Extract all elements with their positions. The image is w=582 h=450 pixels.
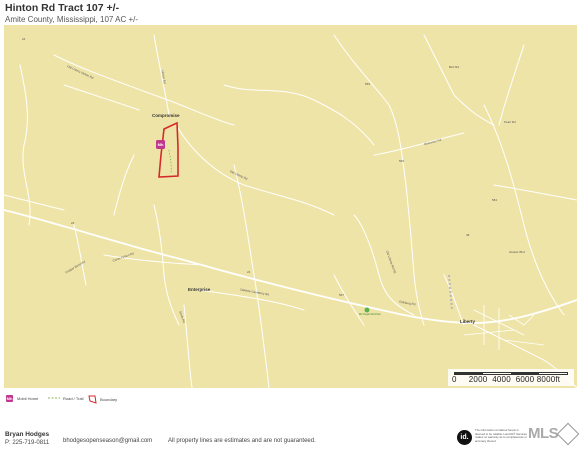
mls-house-icon	[556, 422, 580, 446]
road	[333, 34, 425, 326]
place-compromise: Compromise	[152, 113, 180, 118]
property-trail	[168, 149, 172, 174]
legend-label: Mobil Home	[17, 396, 39, 401]
road-label: Pearl Rd	[504, 120, 516, 124]
scale-label: 0	[452, 375, 457, 384]
scale-label: 6000	[515, 375, 535, 384]
road	[73, 224, 87, 286]
legend-road-trail: Road / Trail	[48, 395, 83, 401]
scale-segment	[511, 373, 539, 374]
agent-name: Bryan Hodges	[5, 431, 50, 438]
land-id-disclaimer: The information contained herein is deem…	[475, 428, 527, 443]
scale-segment	[455, 373, 483, 374]
route-shield: 569	[365, 82, 371, 86]
route-shield: 569	[399, 159, 405, 163]
road	[483, 104, 565, 316]
mobile-home-marker-icon[interactable]: Mh	[156, 140, 165, 149]
legend-boundary: Boundary	[88, 395, 117, 404]
land-id-logo-icon: id.	[457, 430, 472, 445]
place-liberty: Liberty	[460, 319, 476, 324]
scale-label: 4000	[492, 375, 511, 384]
road	[498, 44, 525, 126]
scale-label: 8000ft	[536, 375, 561, 384]
boundary-shape-icon	[88, 395, 97, 404]
map-canvas[interactable]: Compromise Enterprise Liberty Old Cherry…	[4, 25, 577, 388]
route-shield: 24	[71, 221, 75, 225]
road	[113, 154, 135, 216]
road	[223, 84, 375, 146]
road	[53, 54, 235, 126]
agent-email[interactable]: bhodgesopenseason@gmail.com	[63, 438, 152, 444]
place-enterprise: Enterprise	[188, 287, 211, 292]
route-shield: 24	[22, 37, 26, 41]
road	[493, 184, 577, 201]
road	[175, 124, 335, 216]
road	[183, 304, 193, 388]
road	[233, 164, 270, 388]
agent-phone[interactable]: P: 225-719-0811	[5, 440, 49, 446]
route-shield: 567	[339, 293, 345, 297]
map-title: Hinton Rd Tract 107 +/-	[5, 2, 120, 14]
road	[443, 274, 465, 326]
liberty-streets	[463, 305, 545, 350]
scale-bar: 0 2000 4000 6000 8000ft	[448, 369, 574, 386]
scale-labels: 0 2000 4000 6000 8000ft	[452, 375, 560, 384]
disclaimer-text: All property lines are estimates and are…	[168, 438, 316, 444]
route-shield: 24	[247, 270, 251, 274]
park-icon[interactable]	[364, 307, 370, 313]
legend-mobile-home: Mh Mobil Home	[6, 395, 38, 402]
road	[63, 84, 140, 111]
road	[4, 194, 65, 211]
road	[153, 204, 180, 326]
route-shield: 48	[466, 233, 470, 237]
road-label: Bird Rd	[449, 65, 460, 69]
road-label: Gloster Bird	[509, 250, 525, 254]
minor-roads	[4, 34, 577, 388]
mobile-home-icon: Mh	[6, 395, 13, 402]
property-boundary[interactable]	[158, 121, 179, 178]
legend-label: Boundary	[100, 397, 118, 402]
map-subtitle: Amite County, Mississippi, 107 AC +/-	[5, 15, 139, 24]
mls-logo: MLS	[528, 425, 559, 442]
scale-label: 2000	[468, 375, 488, 384]
trail-line-icon	[48, 397, 60, 399]
map-roads-layer	[4, 34, 577, 388]
route-shield: 584	[492, 198, 498, 202]
legend-label: Road / Trail	[63, 395, 84, 401]
park-label: Mt Pisgah Rd Park	[359, 313, 381, 316]
road	[463, 329, 515, 336]
road	[423, 34, 495, 126]
road	[373, 132, 465, 156]
